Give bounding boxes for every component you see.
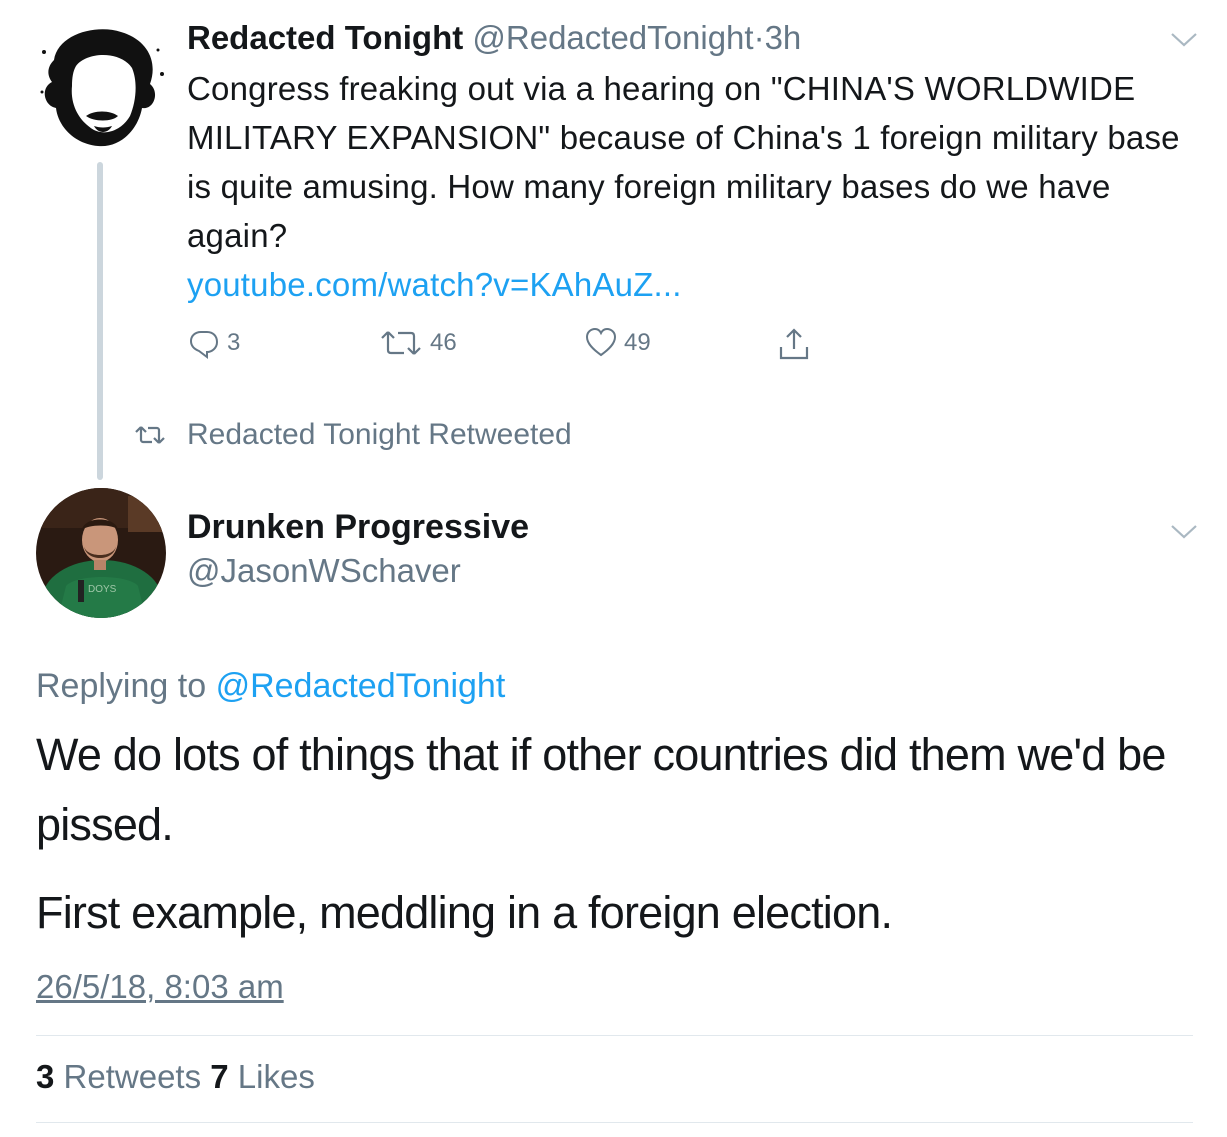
like-icon <box>585 327 617 357</box>
likes-stat[interactable]: 7 Likes <box>210 1058 315 1095</box>
replying-to: Replying to @RedactedTonight <box>36 667 505 706</box>
main-display-name[interactable]: Drunken Progressive <box>187 508 529 547</box>
like-action[interactable]: 49 <box>584 326 651 360</box>
tweet-timestamp[interactable]: 26/5/18, 8:03 am <box>36 968 284 1006</box>
thread-connector-line <box>97 162 103 480</box>
divider <box>36 1035 1193 1036</box>
main-handle[interactable]: @JasonWSchaver <box>187 552 461 590</box>
likes-label: Likes <box>237 1058 315 1095</box>
retweets-label: Retweets <box>63 1058 202 1095</box>
avatar-redacted-tonight[interactable] <box>36 22 166 152</box>
main-tweet-paragraph: We do lots of things that if other count… <box>36 729 1166 850</box>
parent-tweet-link[interactable]: youtube.com/watch?v=KAhAuZ... <box>187 260 1197 309</box>
retweets-stat[interactable]: 3 Retweets <box>36 1058 201 1095</box>
avatar-photo-icon: DOYS <box>36 488 166 618</box>
parent-handle[interactable]: @RedactedTonight <box>472 19 753 56</box>
parent-tweet-body: Congress freaking out via a hearing on "… <box>187 64 1197 309</box>
likes-count: 7 <box>210 1058 229 1095</box>
retweet-count: 46 <box>430 329 457 356</box>
share-icon <box>779 328 809 360</box>
chevron-down-icon[interactable] <box>1168 522 1200 542</box>
main-tweet-paragraph: First example, meddling in a foreign ele… <box>36 887 893 938</box>
retweet-context[interactable]: Redacted Tonight Retweeted <box>135 418 572 452</box>
header-separator: · <box>753 19 765 56</box>
parent-tweet-text: Congress freaking out via a hearing on "… <box>187 70 1180 254</box>
retweet-context-label: Redacted Tonight Retweeted <box>187 418 572 451</box>
avatar-drunken-progressive[interactable]: DOYS <box>36 488 166 618</box>
chevron-down-icon[interactable] <box>1168 30 1200 50</box>
retweets-count: 3 <box>36 1058 55 1095</box>
parent-tweet-header: Redacted Tonight @RedactedTonight·3h <box>187 16 801 60</box>
replying-mention-link[interactable]: @RedactedTonight <box>216 667 506 705</box>
svg-text:DOYS: DOYS <box>88 584 117 595</box>
reply-icon <box>189 331 219 359</box>
parent-display-name[interactable]: Redacted Tonight <box>187 19 463 56</box>
tweet-stats: 3 Retweets 7 Likes <box>36 1058 315 1096</box>
retweet-icon <box>135 426 165 444</box>
reply-action[interactable]: 3 <box>187 326 240 360</box>
retweet-action[interactable]: 46 <box>380 326 457 360</box>
retweet-icon <box>381 331 421 355</box>
parent-time-ago[interactable]: 3h <box>765 19 802 56</box>
reply-count: 3 <box>227 329 241 356</box>
replying-prefix: Replying to <box>36 667 207 705</box>
divider <box>36 1122 1193 1123</box>
avatar-sketch-icon <box>40 29 164 147</box>
share-action[interactable] <box>776 326 818 362</box>
like-count: 49 <box>624 329 651 356</box>
main-tweet-body: We do lots of things that if other count… <box>36 720 1196 948</box>
